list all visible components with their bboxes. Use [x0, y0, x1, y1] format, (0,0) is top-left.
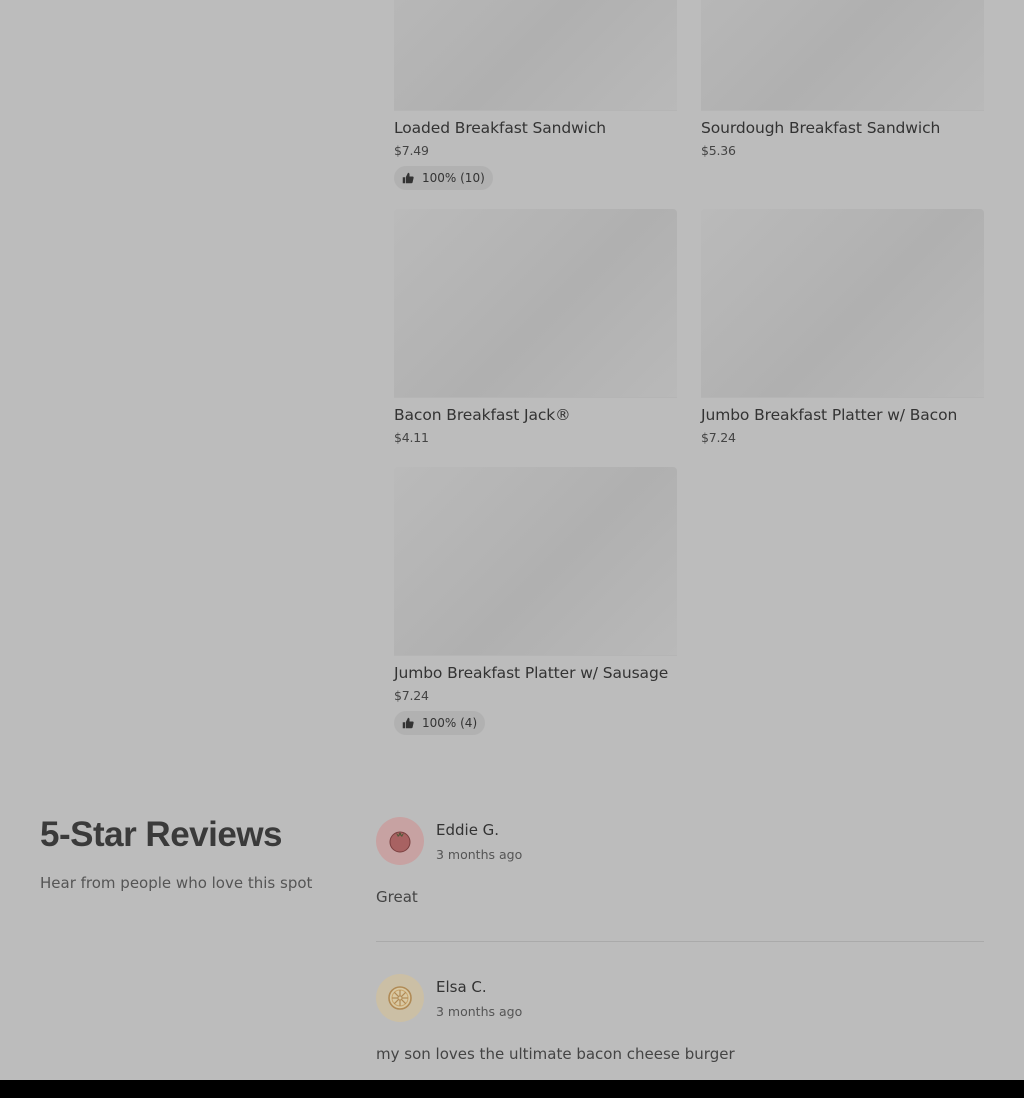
- menu-item-image[interactable]: [394, 209, 677, 398]
- avatar: [376, 817, 424, 865]
- review-author: Elsa C.: [436, 978, 487, 996]
- review-author: Eddie G.: [436, 821, 500, 839]
- menu-item-card[interactable]: Sourdough Breakfast Sandwich $5.36: [701, 0, 984, 158]
- rating-badge: 100% (4): [394, 711, 486, 735]
- review-text: my son loves the ultimate bacon cheese b…: [376, 1045, 735, 1063]
- menu-item-price: $4.11: [394, 430, 429, 445]
- menu-item-name: Jumbo Breakfast Platter w/ Sausage: [394, 664, 669, 682]
- bottom-bar: [0, 1080, 1024, 1098]
- reviews-subtitle: Hear from people who love this spot: [40, 874, 313, 892]
- rating-text: 100% (4): [422, 716, 478, 730]
- menu-item-name: Sourdough Breakfast Sandwich: [701, 119, 941, 137]
- reviews-title: 5-Star Reviews: [40, 815, 283, 854]
- menu-item-price: $5.36: [701, 143, 736, 158]
- menu-item-price: $7.24: [394, 688, 429, 703]
- menu-item-image[interactable]: [394, 467, 677, 656]
- review-time: 3 months ago: [436, 847, 523, 862]
- thumbs-up-icon: [402, 172, 414, 184]
- menu-item-name: Jumbo Breakfast Platter w/ Bacon: [701, 406, 958, 424]
- review-divider: [376, 941, 984, 942]
- review-time: 3 months ago: [436, 1004, 523, 1019]
- rating-text: 100% (10): [422, 171, 485, 185]
- citrus-slice-icon: [388, 986, 412, 1010]
- review-text: Great: [376, 888, 418, 906]
- tomato-icon: [389, 831, 411, 853]
- menu-item-card[interactable]: Bacon Breakfast Jack® $4.11: [394, 209, 677, 445]
- thumbs-up-icon: [402, 717, 414, 729]
- menu-item-price: $7.24: [701, 430, 736, 445]
- menu-item-name: Bacon Breakfast Jack®: [394, 406, 571, 424]
- menu-item-card[interactable]: Jumbo Breakfast Platter w/ Sausage $7.24…: [394, 467, 677, 735]
- menu-item-card[interactable]: Loaded Breakfast Sandwich $7.49 100% (10…: [394, 0, 677, 190]
- avatar: [376, 974, 424, 1022]
- menu-item-image[interactable]: [701, 0, 984, 111]
- menu-item-image[interactable]: [701, 209, 984, 398]
- menu-item-image[interactable]: [394, 0, 677, 111]
- menu-item-price: $7.49: [394, 143, 429, 158]
- rating-badge: 100% (10): [394, 166, 493, 190]
- menu-item-name: Loaded Breakfast Sandwich: [394, 119, 607, 137]
- menu-item-card[interactable]: Jumbo Breakfast Platter w/ Bacon $7.24: [701, 209, 984, 445]
